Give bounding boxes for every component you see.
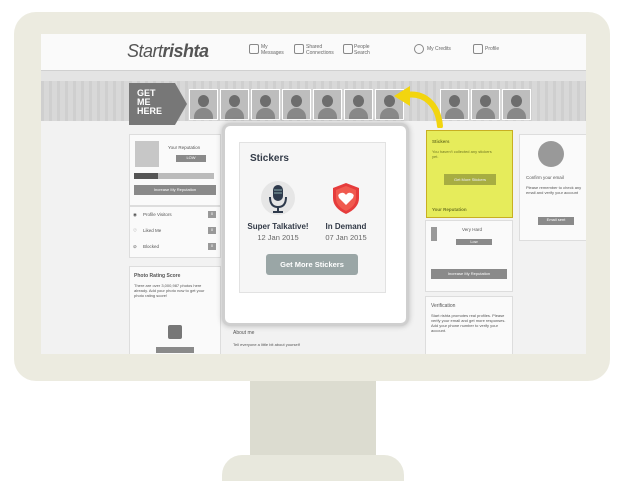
about-me-hint[interactable]: Tell everyone a little bit about yoursel… [233, 342, 353, 348]
increase-reputation-button[interactable]: Increase My Reputation [134, 185, 216, 195]
member-photo[interactable] [220, 89, 249, 120]
blocked-icon: ⊘ [133, 244, 137, 249]
low-level: Low [456, 239, 492, 245]
avatar[interactable] [135, 141, 159, 167]
sticker-date: 07 Jan 2015 [325, 233, 367, 242]
modal-title: Stickers [250, 153, 289, 164]
reputation-level: LOW [176, 155, 206, 162]
logo-part2: rishta [162, 41, 210, 61]
your-reputation-title: Your Reputation [432, 207, 467, 212]
photo-rating-text: There are over 3,000,987 photos here alr… [134, 283, 205, 298]
eye-icon: ◉ [133, 212, 137, 217]
heart-icon: ♡ [133, 228, 138, 233]
email-sent-button[interactable]: Email sent [538, 217, 574, 225]
camera-icon [168, 325, 182, 339]
sticker-date: 12 Jan 2015 [257, 233, 299, 242]
list-item-profile-visitors[interactable]: Profile Visitors [143, 212, 172, 218]
connections-icon [294, 44, 304, 54]
verification-text: Start rishta promotes real profiles. Ple… [431, 313, 506, 333]
microphone-icon [260, 180, 296, 216]
sticker-super-talkative[interactable]: Super Talkative! 12 Jan 2015 [244, 180, 312, 242]
people-icon [343, 44, 353, 54]
stickers-get-more-button[interactable]: Get More Stickers [444, 174, 496, 185]
logo[interactable]: Startrishta [127, 41, 209, 62]
stickers-highlight-box: Stickers You haven't collected any stick… [426, 130, 513, 218]
email-icon [538, 141, 564, 167]
heart-shield-icon [328, 180, 364, 216]
member-photo[interactable] [344, 89, 373, 120]
confirm-email-card: Confirm your email Please remember to ch… [519, 134, 586, 241]
list-item-liked-me[interactable]: Liked Me [143, 228, 161, 234]
member-photo[interactable] [189, 89, 218, 120]
stickers-panel: Stickers Super Talkative! 12 Jan 2015 In… [239, 142, 386, 293]
reputation-meter [431, 227, 437, 241]
about-me-label: About me [233, 330, 255, 336]
messages-icon [249, 44, 259, 54]
verification-title: Verification [431, 303, 456, 309]
verification-card: Verification Start rishta promotes real … [425, 296, 513, 354]
sticker-name: Super Talkative! [247, 222, 309, 231]
monitor-stand-neck [250, 381, 376, 459]
profile-visitors-count: 0 [208, 211, 216, 218]
top-nav: Startrishta My Messages Shared Connectio… [41, 34, 586, 71]
profile-icon [473, 44, 483, 54]
nav-messages[interactable]: My Messages [261, 44, 284, 56]
list-item-blocked[interactable]: Blocked [143, 244, 159, 250]
sticker-in-demand[interactable]: In Demand 07 Jan 2015 [312, 180, 380, 242]
sticker-name: In Demand [325, 222, 367, 231]
nav-people-search[interactable]: People Search [354, 44, 376, 56]
member-photo[interactable] [471, 89, 500, 120]
profile-card: Your Reputation LOW Increase My Reputati… [129, 134, 221, 206]
confirm-email-text: Please remember to check any email and v… [526, 185, 582, 195]
confirm-email-title: Confirm your email [526, 175, 564, 180]
very-hard-label: Very Hard [462, 227, 483, 232]
blocked-count: 0 [208, 243, 216, 250]
photo-rating-card: Photo Rating Score There are over 3,000,… [129, 266, 221, 354]
member-photo[interactable] [502, 89, 531, 120]
nav-my-credits[interactable]: My Credits [427, 46, 451, 52]
monitor-stand-base [222, 455, 404, 481]
get-me-here-badge[interactable]: GET ME HERE [129, 83, 187, 125]
member-photo[interactable] [251, 89, 280, 120]
credits-icon [414, 44, 424, 54]
liked-me-count: 0 [208, 227, 216, 234]
nav-shared-connections[interactable]: Shared Connections [306, 44, 334, 56]
get-more-stickers-button[interactable]: Get More Stickers [266, 254, 358, 275]
stickers-title: Stickers [432, 139, 450, 144]
add-photo-button[interactable] [156, 347, 194, 353]
subnav-strip [41, 71, 586, 81]
logo-part1: Start [127, 41, 163, 61]
stickers-modal: Stickers Super Talkative! 12 Jan 2015 In… [222, 123, 409, 326]
photo-rating-title: Photo Rating Score [134, 273, 181, 279]
pointer-arrow [394, 86, 443, 128]
member-photo[interactable] [282, 89, 311, 120]
increase-reputation-button-right[interactable]: Increase My Reputation [431, 269, 507, 279]
your-reputation-label: Your Reputation [168, 145, 201, 150]
reputation-progress [134, 173, 214, 179]
member-photo[interactable] [313, 89, 342, 120]
activity-list: ◉ Profile Visitors 0 ♡ Liked Me 0 ⊘ Bloc… [129, 206, 221, 258]
stickers-text: You haven't collected any stickers yet. [432, 149, 492, 159]
reputation-card: Very Hard Low Increase My Reputation [425, 220, 513, 292]
nav-profile[interactable]: Profile [485, 46, 499, 52]
badge-line3: HERE [137, 106, 163, 116]
